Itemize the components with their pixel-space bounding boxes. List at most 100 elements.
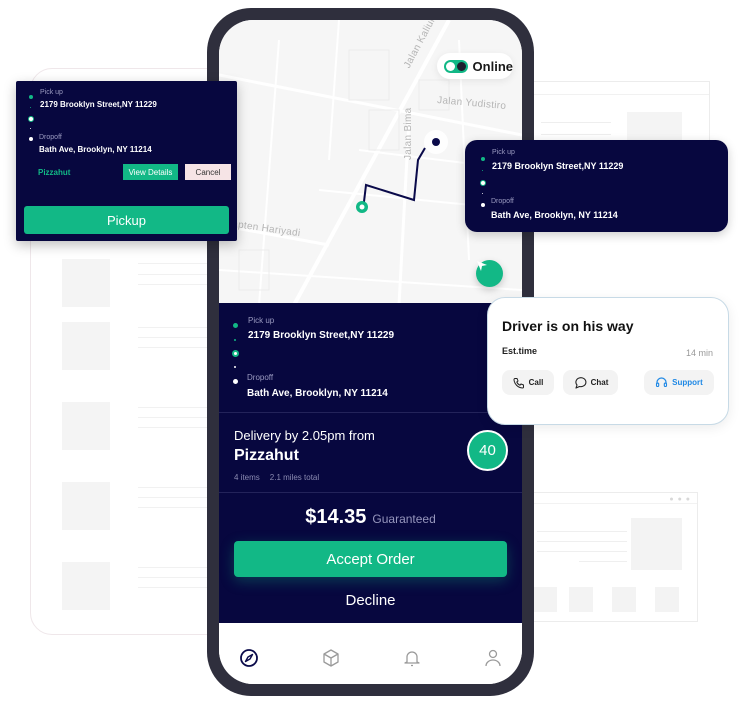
block xyxy=(238,249,270,291)
pickup-dot-icon xyxy=(233,323,238,328)
phone-screen: Jalan Kaliurang Jalan Yudistiro Jalan Bi… xyxy=(219,20,522,684)
placeholder-line xyxy=(138,263,213,264)
accept-order-button[interactable]: Accept Order xyxy=(234,541,507,577)
placeholder-square xyxy=(612,587,636,612)
placeholder-line xyxy=(537,531,627,532)
chat-button[interactable]: Chat xyxy=(563,370,618,395)
placeholder-line xyxy=(138,567,213,568)
placeholder-line xyxy=(138,487,213,488)
delivery-info: Delivery by 2.05pm from Pizzahut 4 items… xyxy=(219,413,522,493)
placeholder-line xyxy=(138,284,213,285)
phone-mockup: Jalan Kaliurang Jalan Yudistiro Jalan Bi… xyxy=(207,8,534,696)
placeholder-line xyxy=(138,587,213,588)
dropoff-dot-icon xyxy=(29,137,33,141)
decline-button[interactable]: Decline xyxy=(234,588,507,612)
pickup-label: Pick up xyxy=(40,89,63,96)
tab-profile[interactable] xyxy=(481,646,505,670)
price-note: Guaranteed xyxy=(372,512,436,526)
dropoff-label: Dropoff xyxy=(491,198,514,205)
order-card: Pick up 2179 Brooklyn Street,NY 11229 Dr… xyxy=(219,303,522,623)
route-midpoint-icon xyxy=(232,350,239,357)
placeholder-line xyxy=(138,327,213,328)
store-name: Pizzahut xyxy=(38,168,71,177)
chat-label: Chat xyxy=(590,378,609,387)
origin-marker-center xyxy=(359,204,365,210)
pickup-dot-icon xyxy=(29,95,33,99)
view-details-button[interactable]: View Details xyxy=(123,164,178,180)
route-block: Pick up 2179 Brooklyn Street,NY 11229 Dr… xyxy=(219,303,522,413)
tab-orders[interactable] xyxy=(319,646,343,670)
block xyxy=(348,49,390,101)
online-label: Online xyxy=(472,58,513,74)
placeholder-square xyxy=(655,587,679,612)
placeholder-square xyxy=(569,587,593,612)
tab-notifications[interactable] xyxy=(400,646,424,670)
eta-badge: 40 xyxy=(467,430,508,471)
est-time-label: Est.time xyxy=(502,346,538,356)
placeholder-line xyxy=(537,541,627,542)
background-wireframe-bottom: ● ● ● xyxy=(528,492,698,622)
placeholder-thumb xyxy=(62,402,110,450)
placeholder-line xyxy=(529,503,697,504)
placeholder-line xyxy=(531,94,709,95)
price: $14.35 xyxy=(305,506,367,528)
pickup-dot-icon xyxy=(481,157,485,161)
dropoff-address: Bath Ave, Brooklyn, NY 11214 xyxy=(491,210,618,220)
street-label: Jalan Bima xyxy=(403,107,414,160)
placeholder-square xyxy=(533,587,557,612)
road xyxy=(292,20,451,305)
order-meta: 4 items 2.1 miles total xyxy=(234,473,319,482)
placeholder-thumb xyxy=(62,562,110,610)
placeholder-thumb xyxy=(62,259,110,307)
placeholder-line xyxy=(138,274,213,275)
dropoff-address: Bath Ave, Brooklyn, NY 11214 xyxy=(247,388,388,399)
destination-marker xyxy=(432,138,440,146)
toggle-switch-icon[interactable] xyxy=(444,59,468,73)
route-dot-icon xyxy=(482,170,483,171)
route-midpoint-icon xyxy=(28,116,34,122)
placeholder-line xyxy=(541,122,611,123)
user-icon xyxy=(485,649,501,667)
route-dot-icon xyxy=(234,339,236,341)
driver-status-card: Driver is on his way Est.time 14 min Cal… xyxy=(487,297,729,425)
phone-icon xyxy=(513,377,524,389)
delivery-time: Delivery by 2.05pm from xyxy=(234,428,375,443)
route-dot-icon xyxy=(234,366,236,368)
pickup-button[interactable]: Pickup xyxy=(24,206,229,234)
dropoff-dot-icon xyxy=(233,379,238,384)
item-count: 4 items xyxy=(234,473,260,482)
pickup-label: Pick up xyxy=(248,316,275,325)
cancel-button[interactable]: Cancel xyxy=(185,164,231,180)
dropoff-label: Dropoff xyxy=(247,373,274,382)
tab-explore[interactable] xyxy=(237,646,261,670)
compass-icon xyxy=(240,649,258,667)
route-dot-icon xyxy=(482,193,483,194)
dropoff-label: Dropoff xyxy=(39,134,62,141)
pickup-label: Pick up xyxy=(492,149,515,156)
navigate-button[interactable] xyxy=(476,260,503,287)
headset-icon xyxy=(656,377,668,388)
placeholder-line xyxy=(579,561,627,562)
bell-icon xyxy=(404,651,420,667)
pickup-address: 2179 Brooklyn Street,NY 11229 xyxy=(40,100,157,109)
route-dot-icon xyxy=(30,107,31,108)
road xyxy=(328,20,340,161)
pickup-request-card: Pick up 2179 Brooklyn Street,NY 11229 Dr… xyxy=(16,81,237,241)
dropoff-address: Bath Ave, Brooklyn, NY 11214 xyxy=(39,145,152,154)
price-row: $14.35 Guaranteed xyxy=(219,506,522,529)
placeholder-line xyxy=(138,497,213,498)
placeholder-line xyxy=(537,551,627,552)
store-name: Pizzahut xyxy=(234,447,299,464)
pickup-address: 2179 Brooklyn Street,NY 11229 xyxy=(248,330,395,341)
placeholder-line xyxy=(138,337,213,338)
placeholder-image xyxy=(631,518,682,570)
placeholder-line xyxy=(138,347,213,348)
call-button[interactable]: Call xyxy=(502,370,554,395)
placeholder-line xyxy=(138,417,213,418)
route-midpoint-icon xyxy=(480,180,486,186)
placeholder-line xyxy=(138,577,213,578)
driver-status-title: Driver is on his way xyxy=(502,318,634,334)
dropoff-dot-icon xyxy=(481,203,485,207)
support-button[interactable]: Support xyxy=(644,370,714,395)
online-toggle[interactable]: Online xyxy=(437,53,513,79)
